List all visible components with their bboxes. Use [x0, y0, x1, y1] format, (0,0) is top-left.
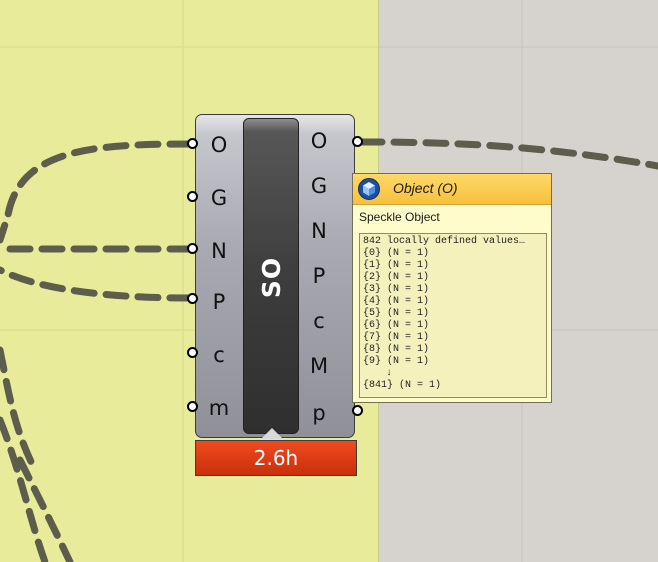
tooltip-item: {0} (N = 1) — [363, 248, 430, 259]
component-notch — [261, 428, 283, 439]
output-param-object[interactable]: O — [299, 129, 339, 153]
tooltip-ellipsis: ↓ — [386, 368, 393, 379]
tooltip-item: {2} (N = 1) — [363, 272, 430, 283]
component-nickname: SO — [257, 256, 287, 298]
input-param-object[interactable]: O — [199, 133, 239, 157]
input-grip-object[interactable] — [187, 138, 198, 149]
tooltip-item: {4} (N = 1) — [363, 296, 430, 307]
parameter-tooltip: Object (O) Speckle Object 842 locally de… — [352, 173, 552, 403]
input-param-m[interactable]: m — [199, 396, 239, 420]
output-param-M[interactable]: M — [299, 354, 339, 378]
component-nickname-wrap: SO — [244, 119, 300, 435]
output-param-geometry[interactable]: G — [299, 174, 339, 198]
input-grip-name[interactable] — [187, 243, 198, 254]
input-grip-properties[interactable] — [187, 293, 198, 304]
tooltip-item: {1} (N = 1) — [363, 260, 430, 271]
input-param-properties[interactable]: P — [199, 290, 239, 314]
speckle-object-component[interactable]: O G N P c m SO O G N P c M p — [187, 114, 363, 440]
speckle-cube-icon — [358, 178, 380, 200]
input-grip-m[interactable] — [187, 401, 198, 412]
tooltip-item: {8} (N = 1) — [363, 344, 430, 355]
runtime-bar: 2.6h — [195, 440, 357, 476]
output-param-p[interactable]: p — [299, 401, 339, 425]
tooltip-title: Object (O) — [393, 180, 458, 196]
tooltip-description: Speckle Object — [359, 210, 440, 224]
tooltip-header: Object (O) — [353, 174, 551, 205]
output-grip-object[interactable] — [352, 136, 363, 147]
tooltip-item: {9} (N = 1) — [363, 356, 430, 367]
input-param-c[interactable]: c — [199, 343, 239, 367]
output-param-properties[interactable]: P — [299, 264, 339, 288]
input-param-geometry[interactable]: G — [199, 186, 239, 210]
output-param-c[interactable]: c — [299, 309, 339, 333]
input-grip-geometry[interactable] — [187, 191, 198, 202]
tooltip-item: {3} (N = 1) — [363, 284, 430, 295]
grasshopper-canvas[interactable]: O G N P c m SO O G N P c M p 2.6h Object… — [0, 0, 658, 562]
input-param-name[interactable]: N — [199, 239, 239, 263]
output-grip-p[interactable] — [352, 405, 363, 416]
tooltip-last-item: {841} (N = 1) — [363, 380, 442, 391]
tooltip-item: {5} (N = 1) — [363, 308, 430, 319]
output-param-name[interactable]: N — [299, 219, 339, 243]
input-grip-c[interactable] — [187, 347, 198, 358]
tooltip-summary: 842 locally defined values… — [363, 236, 526, 247]
component-nickname-panel[interactable]: SO — [243, 118, 299, 434]
tooltip-item: {6} (N = 1) — [363, 320, 430, 331]
tooltip-values-box: 842 locally defined values… {0} (N = 1) … — [359, 233, 547, 398]
tooltip-item: {7} (N = 1) — [363, 332, 430, 343]
